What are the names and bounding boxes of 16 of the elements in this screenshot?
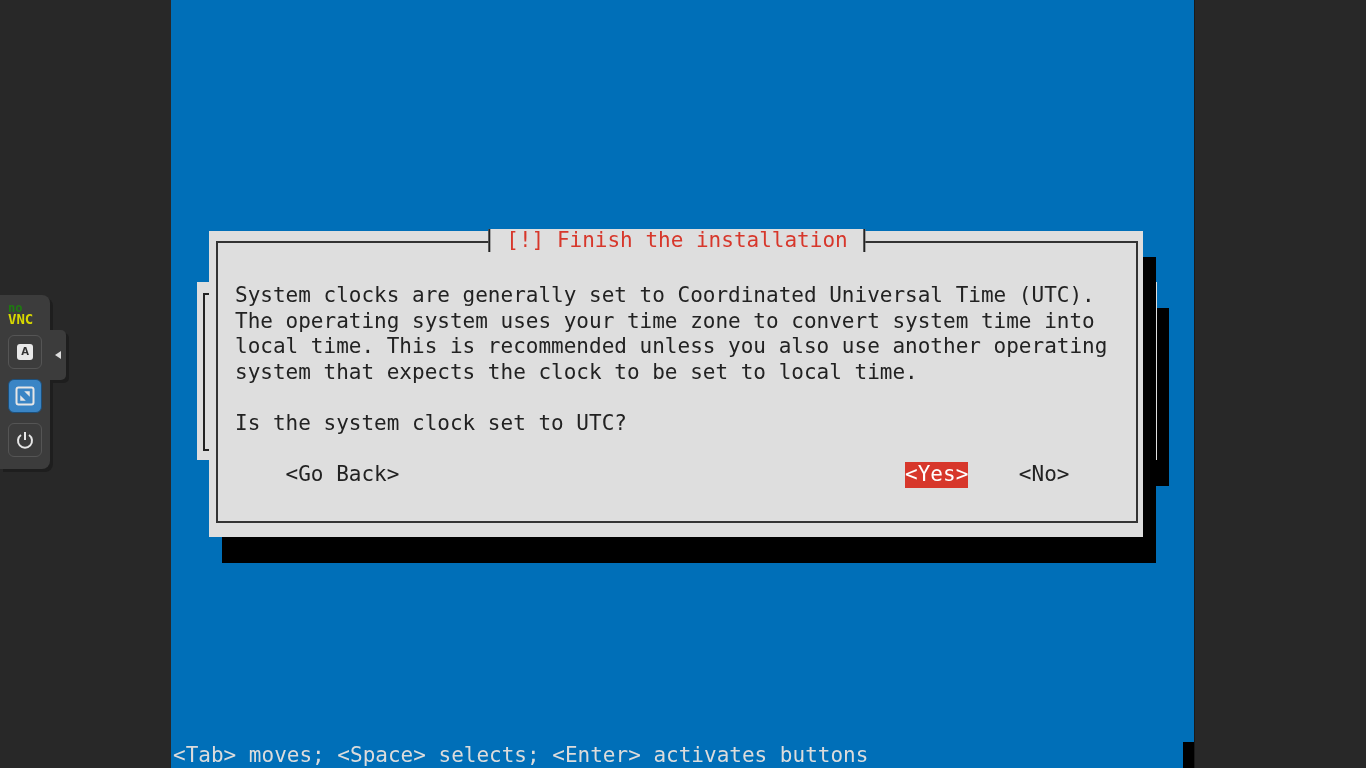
power-button[interactable] xyxy=(8,423,42,457)
dialog-button[interactable]: <Yes> xyxy=(905,462,969,488)
power-icon xyxy=(15,430,35,450)
status-line: <Tab> moves; <Space> selects; <Enter> activates buttons xyxy=(173,743,869,768)
collapse-icon xyxy=(55,351,61,359)
fullscreen-icon xyxy=(15,386,35,406)
message-text: System clocks are generally set to Coordinated Universal Time (UTC). The operating system uses your time zone to convert system time into local time. This is recommended unless you also use another operating system that expects the clock to be set to local time. xyxy=(235,283,1109,386)
logo: no VNC xyxy=(8,303,35,325)
keyboard-button[interactable]: A xyxy=(8,335,42,369)
dialog-button[interactable]: <No> xyxy=(1018,462,1070,488)
panel-handle[interactable] xyxy=(50,330,66,380)
dialog-title: [!] Finish the installation xyxy=(488,229,866,252)
cursor-block xyxy=(1183,742,1194,768)
fullscreen-button[interactable] xyxy=(8,379,42,413)
dialog-button[interactable]: <Go Back> xyxy=(285,462,400,488)
question-text: Is the system clock set to UTC? xyxy=(235,410,628,437)
